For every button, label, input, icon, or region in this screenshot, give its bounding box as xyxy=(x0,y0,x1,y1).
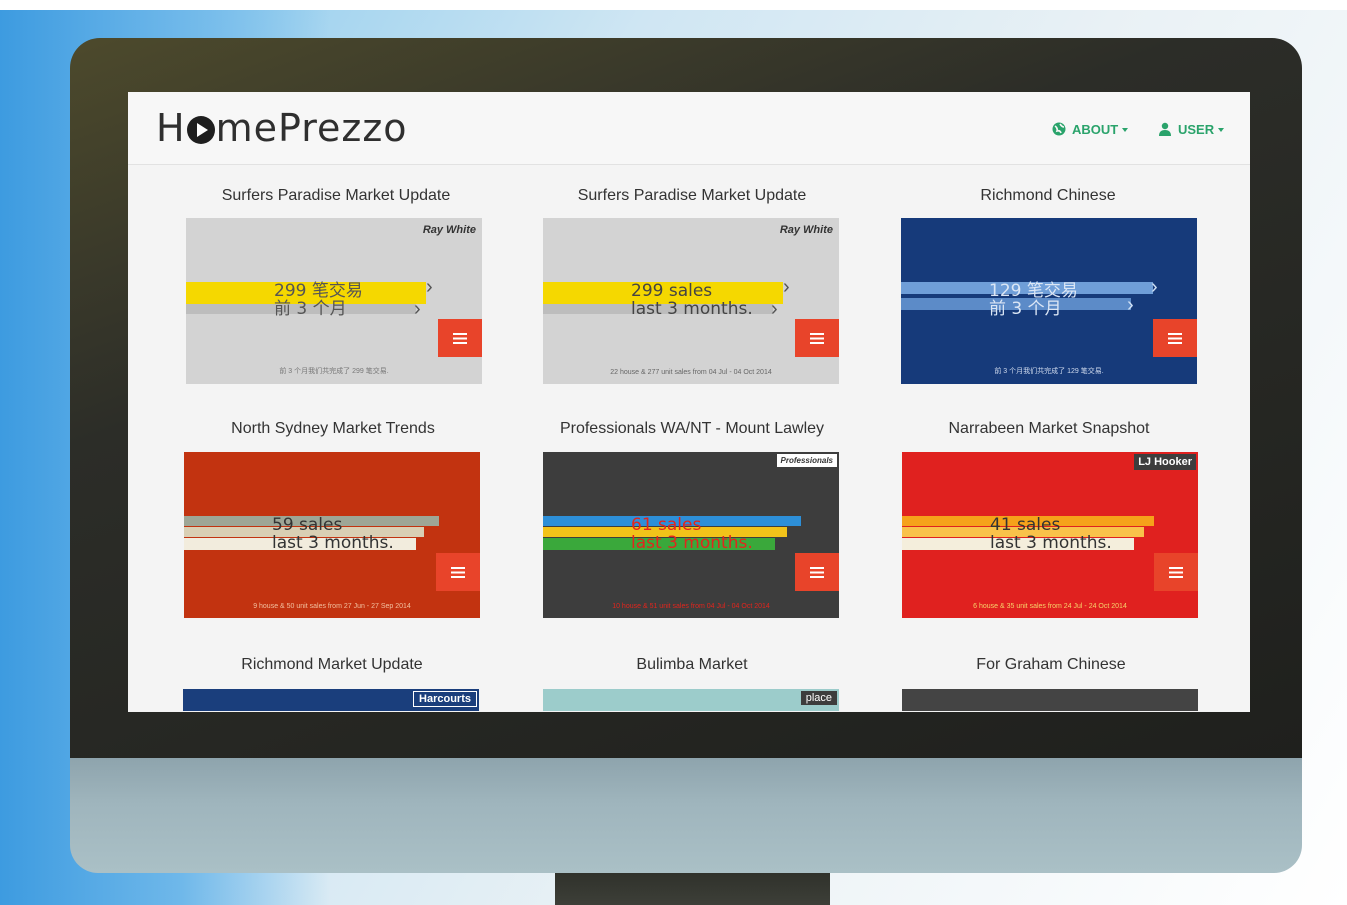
card-menu-button[interactable] xyxy=(438,319,482,357)
user-label: USER xyxy=(1178,122,1215,137)
card-title[interactable]: Narrabeen Market Snapshot xyxy=(884,420,1214,438)
brand-logo: LJ Hooker xyxy=(1134,454,1196,470)
monitor-chin xyxy=(70,758,1302,873)
card-title[interactable]: Surfers Paradise Market Update xyxy=(171,187,501,205)
presentation-thumbnail[interactable]: LJ Hooker 41 sales last 3 months. 6 hous… xyxy=(902,452,1198,618)
menu-icon xyxy=(1169,566,1183,578)
presentation-thumbnail[interactable]: Ray White › › 299 笔交易 前 3 个月 前 3 个月我们共完成… xyxy=(186,218,482,384)
sales-count: 299 sales xyxy=(631,281,713,301)
sales-count: 59 sales xyxy=(272,515,343,535)
card-title[interactable]: Bulimba Market xyxy=(527,656,857,674)
chevron-down-icon xyxy=(1122,128,1129,132)
presentation-thumbnail[interactable]: Professionals 61 sales last 3 months. 10… xyxy=(543,452,839,618)
sales-footnote: 9 house & 50 unit sales from 27 Jun - 27… xyxy=(253,603,411,610)
sales-count: 299 笔交易 xyxy=(274,281,363,301)
menu-icon xyxy=(810,566,824,578)
globe-icon xyxy=(1052,122,1066,136)
presentation-thumbnail[interactable]: 59 sales last 3 months. 9 house & 50 uni… xyxy=(184,452,480,618)
brand-logo: place xyxy=(800,691,837,705)
presentation-thumbnail[interactable]: Harcourts xyxy=(183,689,479,711)
chevron-right-icon: › xyxy=(1151,276,1158,298)
sales-count: 61 sales xyxy=(631,515,702,535)
brand-logo: Professionals xyxy=(776,454,837,467)
sales-count: 41 sales xyxy=(990,515,1061,535)
presentation-thumbnail[interactable]: place xyxy=(543,689,839,711)
card-title[interactable]: Surfers Paradise Market Update xyxy=(527,187,857,205)
presentation-thumbnail[interactable]: › › 129 笔交易 前 3 个月 前 3 个月我们共完成了 129 笔交易. xyxy=(901,218,1197,384)
presentation-thumbnail[interactable]: Ray White › › 299 sales last 3 months. 2… xyxy=(543,218,839,384)
card-title[interactable]: North Sydney Market Trends xyxy=(168,420,498,438)
card-title[interactable]: Richmond Chinese xyxy=(883,187,1213,205)
card-menu-button[interactable] xyxy=(795,319,839,357)
chevron-right-icon: › xyxy=(783,276,790,298)
menu-icon xyxy=(453,332,467,344)
card-menu-button[interactable] xyxy=(1153,319,1197,357)
chevron-right-icon: › xyxy=(1127,294,1134,316)
chevron-down-icon xyxy=(1218,128,1225,132)
card-menu-button[interactable] xyxy=(795,553,839,591)
brand-logo: Harcourts xyxy=(413,691,477,707)
chevron-right-icon: › xyxy=(426,276,433,298)
sales-footnote: 前 3 个月我们共完成了 129 笔交易. xyxy=(994,368,1104,375)
sales-period: last 3 months. xyxy=(272,533,394,553)
sales-period: 前 3 个月 xyxy=(274,299,347,319)
sales-count: 129 笔交易 xyxy=(989,281,1078,301)
user-icon xyxy=(1159,122,1171,136)
top-navbar: HmePrezzo ABOUT USER xyxy=(128,92,1250,165)
app-screen: HmePrezzo ABOUT USER Surfers Paradise Ma… xyxy=(128,92,1250,712)
menu-icon xyxy=(810,332,824,344)
card-title[interactable]: Richmond Market Update xyxy=(167,656,497,674)
brand-logo: Ray White xyxy=(422,224,476,236)
about-menu[interactable]: ABOUT xyxy=(1052,122,1129,137)
about-label: ABOUT xyxy=(1072,122,1119,137)
chevron-right-icon: › xyxy=(771,298,778,320)
presentation-thumbnail[interactable] xyxy=(902,689,1198,711)
sales-footnote: 6 house & 35 unit sales from 24 Jul - 24… xyxy=(973,603,1127,610)
card-title[interactable]: For Graham Chinese xyxy=(886,656,1216,674)
top-border xyxy=(0,0,1347,10)
sales-footnote: 前 3 个月我们共完成了 299 笔交易. xyxy=(279,368,389,375)
homeprezzo-logo[interactable]: HmePrezzo xyxy=(156,106,408,150)
sales-period: last 3 months. xyxy=(990,533,1112,553)
sales-period: last 3 months. xyxy=(631,299,753,319)
chevron-right-icon: › xyxy=(414,298,421,320)
card-title[interactable]: Professionals WA/NT - Mount Lawley xyxy=(527,420,857,438)
sales-footnote: 22 house & 277 unit sales from 04 Jul - … xyxy=(610,369,772,376)
menu-icon xyxy=(1168,332,1182,344)
card-menu-button[interactable] xyxy=(1154,553,1198,591)
sales-period: last 3 months. xyxy=(631,533,753,553)
user-menu[interactable]: USER xyxy=(1158,122,1225,137)
sales-footnote: 10 house & 51 unit sales from 04 Jul - 0… xyxy=(612,603,770,610)
sales-period: 前 3 个月 xyxy=(989,299,1062,319)
card-menu-button[interactable] xyxy=(436,553,480,591)
brand-logo: Ray White xyxy=(779,224,833,236)
menu-icon xyxy=(451,566,465,578)
